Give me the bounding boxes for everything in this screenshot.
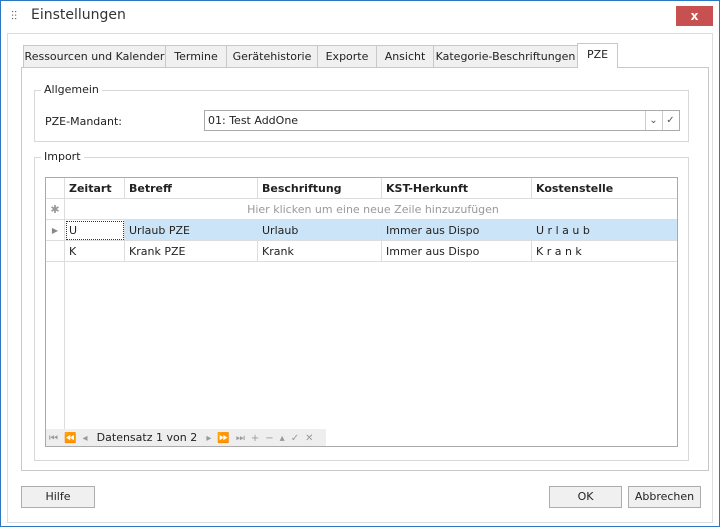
next-page-icon[interactable]: ⏩ — [217, 433, 229, 444]
row-indicator-column — [46, 262, 65, 429]
cell-kst-herkunft[interactable]: Immer aus Dispo — [382, 220, 532, 241]
row-indicator — [46, 241, 65, 262]
tab-termine[interactable]: Termine — [165, 45, 227, 68]
settings-sliders-icon: ⫶⫶ — [11, 9, 18, 23]
tab-ressourcen[interactable]: Ressourcen und Kalender — [23, 45, 166, 68]
next-record-icon[interactable]: ▸ — [206, 433, 211, 444]
column-header-kostenstelle[interactable]: Kostenstelle — [532, 178, 677, 199]
remove-icon[interactable]: − — [265, 433, 273, 444]
cell-zeitart[interactable]: K — [65, 241, 125, 262]
column-header-zeitart[interactable]: Zeitart — [65, 178, 125, 199]
cell-zeitart[interactable]: U — [65, 220, 125, 241]
group-allgemein-label: Allgemein — [41, 83, 102, 96]
settings-window: ⫶⫶ Einstellungen x Ressourcen und Kalend… — [0, 0, 720, 527]
save-check-icon[interactable]: ✓ — [291, 433, 299, 444]
first-record-icon[interactable]: ⏮ — [49, 433, 58, 444]
cell-kst-herkunft[interactable]: Immer aus Dispo — [382, 241, 532, 262]
new-row-hint[interactable]: Hier klicken um eine neue Zeile hinzuzuf… — [65, 199, 677, 220]
tab-kategorie-beschriftungen[interactable]: Kategorie-Beschriftungen — [433, 45, 578, 68]
check-icon[interactable]: ✓ — [662, 111, 678, 130]
row-indicator-header — [46, 178, 65, 199]
tab-ansicht[interactable]: Ansicht — [376, 45, 434, 68]
tab-pze[interactable]: PZE — [577, 43, 618, 68]
add-icon[interactable]: + — [251, 433, 259, 444]
last-record-icon[interactable]: ⏭ — [236, 433, 245, 444]
group-import-label: Import — [41, 150, 84, 163]
column-header-kst-herkunft[interactable]: KST-Herkunft — [382, 178, 532, 199]
cell-kostenstelle[interactable]: U r l a u b — [532, 220, 677, 241]
record-counter: Datensatz 1 von 2 — [96, 431, 198, 444]
prev-page-icon[interactable]: ⏪ — [64, 433, 76, 444]
mandant-select[interactable]: 01: Test AddOne ⌄ ✓ — [204, 110, 680, 131]
import-grid[interactable]: Zeitart Betreff Beschriftung KST-Herkunf… — [45, 177, 678, 447]
cell-beschriftung[interactable]: Urlaub — [258, 220, 382, 241]
cancel-button[interactable]: Abbrechen — [628, 486, 701, 508]
cell-betreff[interactable]: Krank PZE — [125, 241, 258, 262]
cell-kostenstelle[interactable]: K r a n k — [532, 241, 677, 262]
close-button[interactable]: x — [676, 6, 713, 26]
new-row-asterisk-icon: ✱ — [46, 199, 65, 220]
current-row-arrow-icon: ▶ — [46, 220, 65, 241]
tab-geraetehistorie[interactable]: Gerätehistorie — [226, 45, 318, 68]
chevron-down-icon[interactable]: ⌄ — [645, 111, 661, 130]
mandant-value: 01: Test AddOne — [208, 114, 299, 127]
column-header-beschriftung[interactable]: Beschriftung — [258, 178, 382, 199]
cell-betreff[interactable]: Urlaub PZE — [125, 220, 258, 241]
cell-beschriftung[interactable]: Krank — [258, 241, 382, 262]
window-title: Einstellungen — [31, 7, 126, 23]
ok-button[interactable]: OK — [549, 486, 622, 508]
help-button[interactable]: Hilfe — [21, 486, 95, 508]
prev-record-icon[interactable]: ◂ — [82, 433, 87, 444]
tab-exporte[interactable]: Exporte — [317, 45, 377, 68]
mandant-label: PZE-Mandant: — [45, 115, 123, 128]
column-header-betreff[interactable]: Betreff — [125, 178, 258, 199]
data-navigator: ⏮ ⏪ ◂ Datensatz 1 von 2 ▸ ⏩ ⏭ + − ▴ ✓ ✕ — [46, 429, 326, 446]
edit-icon[interactable]: ▴ — [280, 433, 285, 444]
cancel-x-icon[interactable]: ✕ — [305, 433, 313, 444]
